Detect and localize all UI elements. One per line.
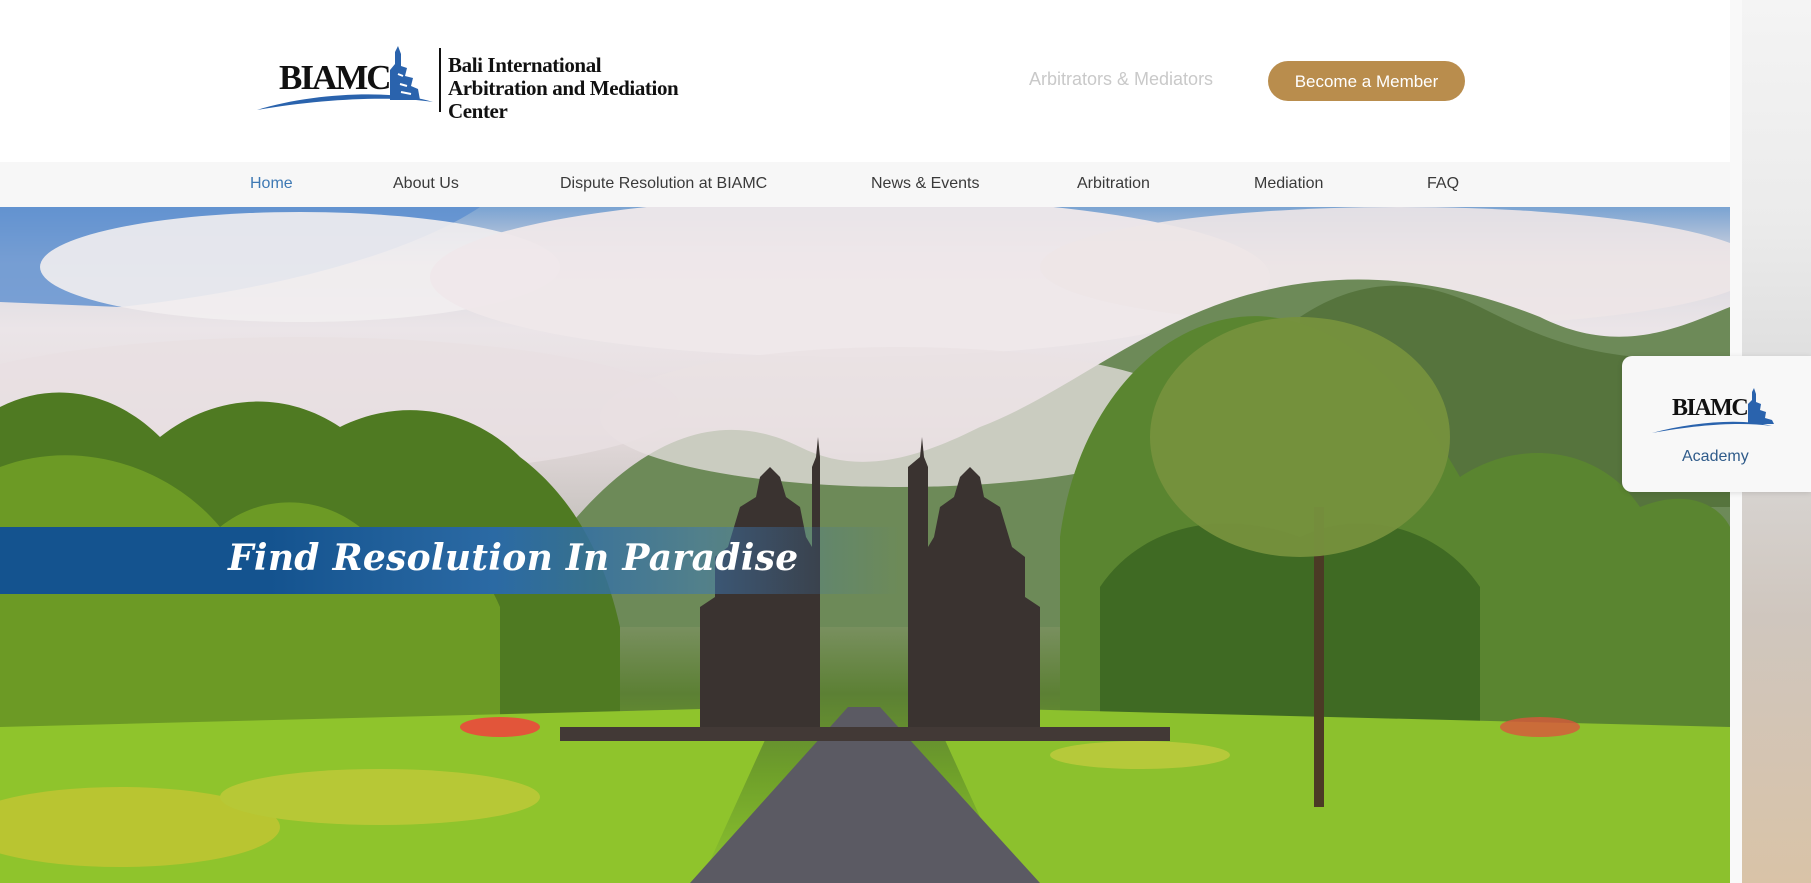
nav-item-home[interactable]: Home [250, 175, 293, 193]
nav-item-about-us[interactable]: About Us [393, 175, 459, 193]
academy-acronym: BIAMC [1672, 395, 1749, 421]
hero-section: Find Resolution In Paradise [0, 207, 1730, 883]
biamc-academy-logo-icon [1652, 388, 1774, 433]
become-member-button[interactable]: Become a Member [1268, 61, 1465, 101]
academy-card[interactable]: BIAMC Academy [1622, 356, 1811, 492]
main-nav: Home About Us Dispute Resolution at BIAM… [0, 162, 1730, 207]
nav-item-dispute-resolution[interactable]: Dispute Resolution at BIAMC [560, 175, 767, 193]
nav-item-faq[interactable]: FAQ [1427, 175, 1459, 193]
site-header: BIAMC Bali International Arbitration and… [0, 0, 1730, 162]
logo-line-2: Arbitration and Mediation Center [448, 76, 679, 123]
logo-full-name: Bali International Arbitration and Media… [448, 54, 725, 123]
academy-label: Academy [1682, 448, 1749, 465]
hero-headline: Find Resolution In Paradise [228, 537, 799, 579]
arbitrators-mediators-link[interactable]: Arbitrators & Mediators [1029, 69, 1213, 90]
nav-item-news-events[interactable]: News & Events [871, 175, 979, 193]
nav-item-arbitration[interactable]: Arbitration [1077, 175, 1150, 193]
logo-acronym: BIAMC [279, 58, 392, 97]
nav-item-mediation[interactable]: Mediation [1254, 175, 1323, 193]
site-logo[interactable]: BIAMC Bali International Arbitration and… [255, 44, 725, 123]
logo-divider [439, 48, 441, 112]
logo-line-1: Bali International [448, 53, 602, 77]
